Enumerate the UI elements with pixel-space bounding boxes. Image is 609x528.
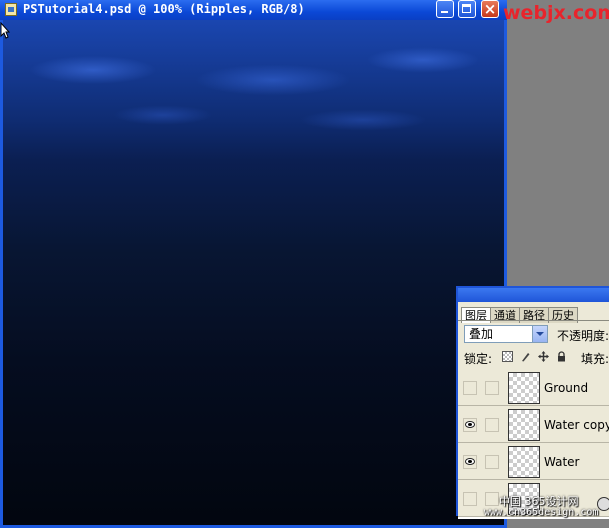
visibility-toggle[interactable] (463, 492, 477, 506)
layer-name: Water (544, 455, 580, 469)
site-watermark: webjx.com (503, 2, 609, 24)
layer-name: Ground (544, 381, 589, 395)
link-toggle[interactable] (485, 381, 499, 395)
layer-row-water-copy[interactable]: Water copy (458, 406, 609, 443)
link-toggle[interactable] (485, 418, 499, 432)
layer-thumbnail (508, 409, 540, 441)
layer-name: Water copy (544, 418, 609, 432)
maximize-button[interactable] (458, 0, 476, 18)
layers-palette: 图层 通道 路径 历史 叠加 不透明度: 锁定: 填充: Ground Water c… (456, 286, 609, 519)
layer-thumbnail (508, 372, 540, 404)
watermark-line-2: www.cn365design.com (484, 507, 599, 518)
visibility-toggle[interactable] (463, 455, 477, 469)
lock-brush-icon[interactable] (520, 351, 531, 362)
opacity-label: 不透明度: (557, 329, 609, 343)
visibility-toggle[interactable] (463, 381, 477, 395)
close-button[interactable]: × (481, 0, 499, 18)
palette-title-bar[interactable] (458, 288, 609, 302)
layer-row-ground[interactable]: Ground (458, 369, 609, 406)
lock-transparency-icon[interactable] (502, 351, 513, 362)
palette-tabs: 图层 通道 路径 历史 (461, 304, 578, 323)
lock-all-icon[interactable] (556, 351, 567, 362)
document-window: PSTutorial4.psd @ 100% (Ripples, RGB/8) … (0, 0, 507, 528)
minimize-button[interactable] (436, 0, 454, 18)
photoshop-document-icon[interactable] (5, 3, 17, 16)
window-title: PSTutorial4.psd @ 100% (Ripples, RGB/8) (23, 2, 305, 16)
blend-mode-value: 叠加 (469, 327, 494, 341)
tab-divider (458, 320, 609, 321)
image-canvas[interactable] (3, 20, 504, 525)
eye-icon (465, 458, 475, 465)
visibility-toggle[interactable] (463, 418, 477, 432)
eye-icon (465, 421, 475, 428)
close-icon: × (483, 0, 497, 18)
arrow-cursor-icon (0, 22, 10, 39)
link-toggle[interactable] (485, 492, 499, 506)
fill-label: 填充: (581, 352, 609, 366)
chevron-down-icon[interactable] (532, 326, 547, 342)
link-toggle[interactable] (485, 455, 499, 469)
layer-row-water[interactable]: Water (458, 443, 609, 480)
lock-move-icon[interactable] (538, 351, 549, 362)
title-bar[interactable]: PSTutorial4.psd @ 100% (Ripples, RGB/8) … (0, 0, 507, 20)
palette-options-icon[interactable] (597, 497, 609, 511)
lock-label: 锁定: (464, 352, 493, 366)
layer-thumbnail (508, 446, 540, 478)
blend-mode-select[interactable]: 叠加 (464, 325, 548, 343)
